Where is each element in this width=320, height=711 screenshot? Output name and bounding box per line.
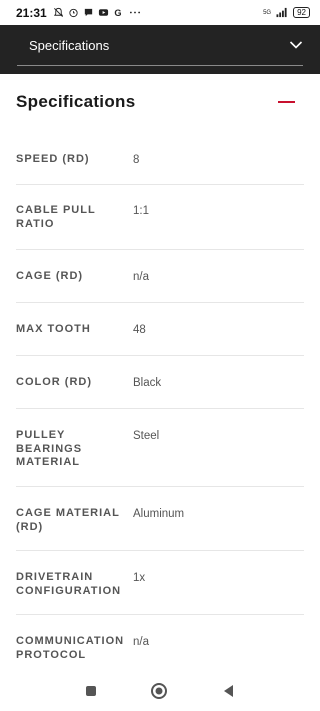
spec-value: 1x bbox=[133, 572, 146, 584]
spec-label: CAGE MATERIAL (RD) bbox=[16, 507, 120, 533]
mute-bell-icon bbox=[53, 7, 63, 17]
spec-row: PULLEY BEARINGS MATERIAL Steel bbox=[16, 409, 304, 487]
spec-value: 8 bbox=[133, 154, 140, 166]
spec-row: COLOR (RD) Black bbox=[16, 356, 304, 409]
back-triangle-icon[interactable] bbox=[220, 682, 238, 700]
main-content: Specifications SPEED (RD) 8 CABLE PULL R… bbox=[0, 74, 320, 670]
spec-list: SPEED (RD) 8 CABLE PULL RATIO 1:1 CAGE (… bbox=[16, 137, 304, 670]
network-label: 5G bbox=[263, 9, 272, 16]
spec-value: 48 bbox=[133, 324, 146, 336]
status-time: 21:31 bbox=[16, 5, 47, 20]
dropdown-label: Specifications bbox=[29, 37, 110, 53]
signal-icon bbox=[276, 7, 287, 18]
battery-icon: 92 bbox=[293, 7, 310, 18]
svg-text:G: G bbox=[114, 8, 121, 18]
spec-value: Black bbox=[133, 377, 162, 389]
spec-value: 1:1 bbox=[133, 205, 149, 217]
spec-label: COLOR (RD) bbox=[16, 376, 92, 388]
spec-label: DRIVETRAIN CONFIGURATION bbox=[16, 571, 122, 597]
spec-row: CABLE PULL RATIO 1:1 bbox=[16, 185, 304, 250]
spec-row: DRIVETRAIN CONFIGURATION 1x bbox=[16, 551, 304, 615]
spec-label: SPEED (RD) bbox=[16, 153, 90, 165]
spec-row: COMMUNICATION PROTOCOL n/a bbox=[16, 615, 304, 670]
spec-row: MAX TOOTH 48 bbox=[16, 303, 304, 356]
spec-value: Aluminum bbox=[133, 508, 185, 520]
spec-label: PULLEY BEARINGS MATERIAL bbox=[16, 429, 83, 468]
spec-label: CAGE (RD) bbox=[16, 270, 84, 282]
spec-value: Steel bbox=[133, 430, 160, 442]
status-icons: G bbox=[53, 7, 142, 18]
spec-label: CABLE PULL RATIO bbox=[16, 204, 96, 230]
status-bar: 21:31 G 5G 92 bbox=[0, 0, 320, 25]
chevron-down-icon bbox=[289, 41, 303, 49]
alarm-icon bbox=[69, 8, 78, 18]
spec-row: SPEED (RD) 8 bbox=[16, 137, 304, 185]
collapse-minus-icon[interactable] bbox=[278, 94, 296, 110]
spec-label: COMMUNICATION PROTOCOL bbox=[16, 635, 125, 661]
spec-row: CAGE (RD) n/a bbox=[16, 250, 304, 303]
home-circle-icon[interactable] bbox=[150, 682, 168, 700]
message-icon bbox=[84, 8, 92, 17]
spec-value: n/a bbox=[133, 636, 149, 648]
spec-label: MAX TOOTH bbox=[16, 323, 91, 335]
youtube-icon bbox=[98, 9, 108, 16]
more-dots-icon bbox=[129, 11, 140, 14]
section-header: Specifications bbox=[16, 90, 304, 114]
navigation-bar bbox=[0, 670, 320, 711]
status-right: 5G 92 bbox=[263, 7, 310, 18]
google-icon: G bbox=[114, 8, 121, 18]
section-dropdown[interactable]: Specifications bbox=[17, 25, 303, 66]
spec-value: n/a bbox=[133, 271, 149, 283]
top-bar: Specifications bbox=[0, 25, 320, 74]
section-title: Specifications bbox=[16, 92, 136, 111]
recents-square-icon[interactable] bbox=[82, 682, 100, 700]
spec-row: CAGE MATERIAL (RD) Aluminum bbox=[16, 487, 304, 551]
